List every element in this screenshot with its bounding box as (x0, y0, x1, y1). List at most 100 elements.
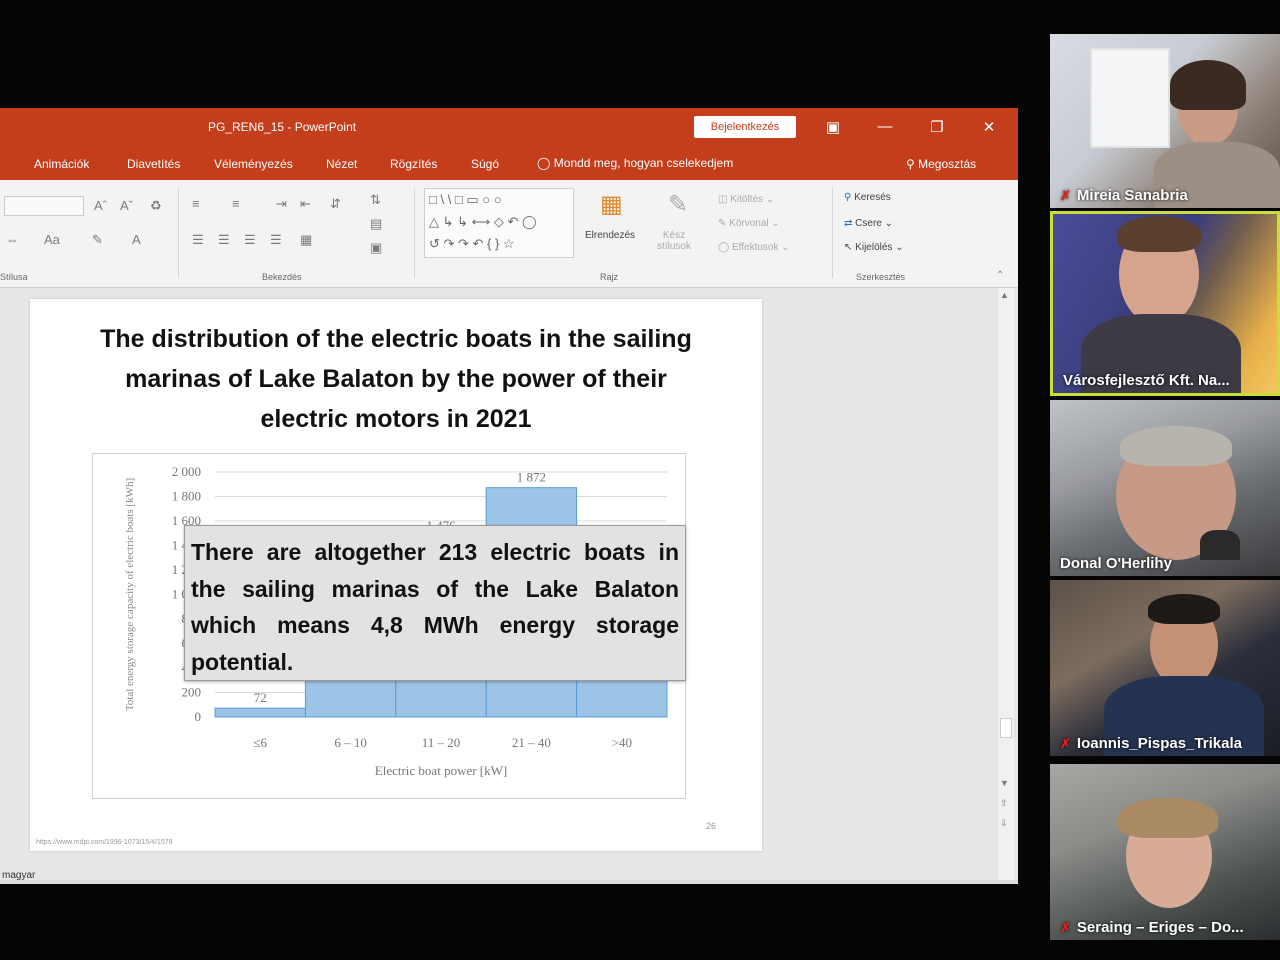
arrange-icon[interactable]: ▦ (600, 190, 623, 219)
align-center-icon[interactable]: ☰ (218, 232, 230, 248)
slide-title-line: The distribution of the electric boats i… (100, 325, 692, 353)
callout-box[interactable]: There are altogether 213 electric boats … (184, 525, 686, 681)
ribbon-separator (414, 188, 415, 278)
scroll-thumb[interactable] (1000, 718, 1012, 738)
participant-hair (1148, 594, 1220, 624)
arrange-label[interactable]: Elrendezés (585, 230, 635, 241)
data-label: 72 (254, 690, 267, 705)
wall-poster (1090, 48, 1170, 148)
shape-fill[interactable]: ◫ Kitöltés ⌄ (718, 194, 774, 205)
share-icon: ⚲ (906, 157, 915, 171)
shape-effects[interactable]: ◯ Effektusok ⌄ (718, 242, 790, 253)
y-tick-label: 0 (195, 709, 202, 724)
status-language: magyar (2, 870, 36, 881)
char-spacing-icon[interactable]: ⇔ (6, 232, 19, 247)
x-tick-label: >40 (612, 735, 632, 750)
participant-tile[interactable]: Donal O'Herlihy (1050, 400, 1280, 576)
participant-tile[interactable]: ✗ Mireia Sanabria (1050, 34, 1280, 208)
callout-text: There are altogether 213 electric boats … (191, 539, 679, 675)
y-tick-label: 200 (182, 685, 202, 700)
columns-icon[interactable]: ▦ (300, 232, 312, 248)
collapse-ribbon-icon[interactable]: ⌃ (996, 270, 1004, 281)
participant-name: Városfejlesztő Kft. Na... (1063, 372, 1230, 389)
participant-name: ✗ Mireia Sanabria (1060, 187, 1188, 204)
quick-styles-icon[interactable]: ✎ (668, 190, 688, 219)
align-left-icon[interactable]: ☰ (192, 232, 204, 248)
smartart-icon[interactable]: ▣ (370, 240, 382, 256)
title-bar: PG_REN6_15 - PowerPoint Bejelentkezés ▣ … (0, 108, 1018, 148)
minimize-icon[interactable]: — (874, 118, 896, 135)
participant-hair (1120, 426, 1232, 466)
y-axis-label: Total energy storage capacity of electri… (124, 478, 136, 711)
shrink-font-icon[interactable]: Aˇ (120, 198, 133, 213)
select-button[interactable]: ↖ Kijelölés ⌄ (844, 242, 904, 253)
next-slide-icon[interactable]: ⇩ (1000, 818, 1008, 829)
vertical-scrollbar[interactable]: ▲ ▼ ⇧ ⇩ (998, 288, 1014, 884)
slide-number: 26 (706, 821, 717, 831)
highlight-icon[interactable]: ✎ (92, 232, 103, 248)
slide-title: The distribution of the electric boats i… (30, 319, 762, 439)
participant-tile-active[interactable]: Városfejlesztő Kft. Na... (1050, 211, 1280, 396)
font-color-icon[interactable]: A (132, 232, 141, 247)
group-label-editing: Szerkesztés (856, 272, 906, 282)
find-label: Keresés (854, 192, 891, 203)
tab-view[interactable]: Nézet (326, 157, 357, 171)
justify-icon[interactable]: ☰ (270, 232, 282, 248)
scroll-down-icon[interactable]: ▼ (1000, 778, 1009, 788)
numbering-icon[interactable]: ≡ (232, 196, 240, 211)
font-size-box[interactable] (4, 196, 84, 216)
change-case-icon[interactable]: Aa (44, 232, 60, 247)
maximize-icon[interactable]: ❐ (926, 118, 948, 136)
indent-icon[interactable]: ⇥ (276, 196, 287, 212)
source-url: https://www.mdpi.com/1996-1073/15/4/1578 (36, 839, 173, 846)
signin-button[interactable]: Bejelentkezés (694, 116, 796, 138)
share-button[interactable]: ⚲ Megosztás (906, 157, 976, 171)
participant-name: ✗ Seraing – Eriges – Do... (1060, 919, 1244, 936)
prev-slide-icon[interactable]: ⇧ (1000, 798, 1008, 809)
tab-animations[interactable]: Animációk (34, 157, 89, 171)
align-right-icon[interactable]: ☰ (244, 232, 256, 248)
mic-muted-icon: ✗ (1060, 920, 1071, 935)
group-label-drawing: Rajz (600, 272, 619, 282)
align-text-icon[interactable]: ▤ (370, 216, 382, 232)
outdent-icon[interactable]: ⇤ (300, 196, 311, 212)
slide[interactable]: The distribution of the electric boats i… (30, 299, 762, 851)
x-tick-label: ≤6 (253, 735, 267, 750)
find-button[interactable]: ⚲ Keresés (844, 192, 891, 203)
select-label: Kijelölés (855, 242, 893, 253)
replace-button[interactable]: ⇄ Csere ⌄ (844, 218, 893, 229)
x-tick-label: 6 – 10 (334, 735, 367, 750)
x-axis-label: Electric boat power [kW] (375, 763, 507, 778)
shape-fill-label: Kitöltés (730, 194, 764, 205)
data-label: 1 872 (517, 470, 546, 485)
menu-bar: Animációk Diavetítés Véleményezés Nézet … (0, 148, 1018, 180)
face-mask (1200, 530, 1240, 560)
scroll-up-icon[interactable]: ▲ (1000, 290, 1009, 300)
participant-tile[interactable]: ✗ Ioannis_Pispas_Trikala (1050, 580, 1280, 756)
bar (214, 707, 306, 718)
cursor-icon: ↖ (844, 242, 853, 253)
line-spacing-icon[interactable]: ⇵ (330, 196, 341, 212)
shapes-gallery[interactable]: □ \ \ □ ▭ ○ ○ △ ↳ ↳ ⟷ ◇ ↶ ◯ ↺ ↷ ↷ ↶ { } ☆ (424, 188, 574, 258)
participant-name: Donal O'Herlihy (1060, 555, 1172, 572)
ribbon-display-icon[interactable]: ▣ (822, 118, 844, 136)
tab-help[interactable]: Súgó (471, 157, 499, 171)
text-direction-icon[interactable]: ⇅ (370, 192, 381, 208)
shape-outline[interactable]: ✎ Körvonal ⌄ (718, 218, 780, 229)
x-tick-label: 11 – 20 (422, 735, 461, 750)
status-bar (0, 880, 1018, 884)
y-tick-label: 1 800 (172, 489, 201, 504)
slide-title-line: electric motors in 2021 (260, 405, 532, 433)
tell-me-search[interactable]: ◯ Mondd meg, hogyan cselekedjem (537, 156, 733, 170)
tab-review[interactable]: Véleményezés (214, 157, 293, 171)
grow-font-icon[interactable]: Aˆ (94, 198, 107, 213)
close-icon[interactable]: ✕ (978, 118, 1000, 136)
tab-slideshow[interactable]: Diavetítés (127, 157, 180, 171)
tell-me-label: Mondd meg, hogyan cselekedjem (553, 156, 734, 170)
bullets-icon[interactable]: ≡ (192, 196, 200, 211)
replace-label: Csere (855, 218, 882, 229)
participant-tile[interactable]: ✗ Seraing – Eriges – Do... (1050, 764, 1280, 940)
tab-record[interactable]: Rögzítés (390, 157, 437, 171)
clear-format-icon[interactable]: ♻ (150, 198, 162, 214)
quick-styles-label[interactable]: Kész stílusok (654, 230, 694, 252)
